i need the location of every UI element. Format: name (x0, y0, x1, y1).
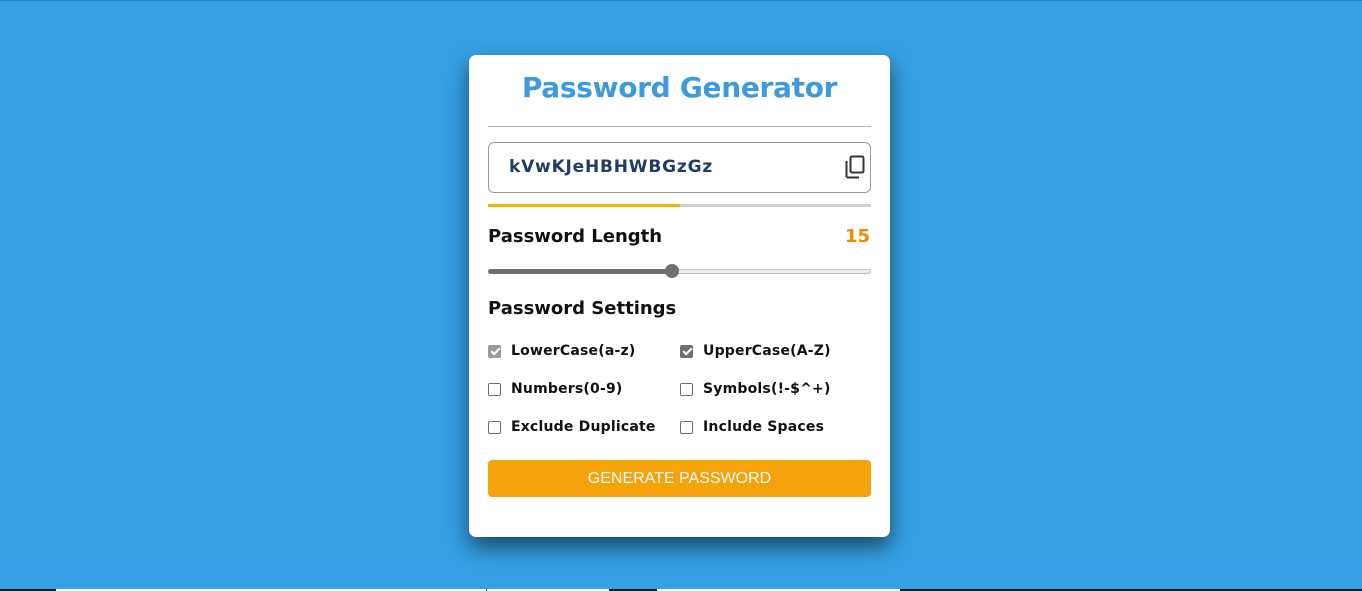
option-include-spaces[interactable]: Include Spaces (680, 417, 824, 437)
include-spaces-label: Include Spaces (703, 419, 825, 435)
password-settings-label: Password Settings (488, 298, 677, 319)
password-length-value: 15 (844, 226, 870, 247)
option-uppercase[interactable]: UpperCase(A-Z) (680, 341, 831, 361)
password-strength-bar (488, 204, 871, 207)
numbers-checkbox[interactable] (488, 382, 501, 396)
slider-fill (488, 269, 672, 274)
include-spaces-checkbox[interactable] (680, 420, 693, 434)
numbers-label: Numbers(0-9) (511, 381, 623, 397)
generate-password-button[interactable]: GENERATE PASSWORD (488, 460, 871, 497)
symbols-checkbox[interactable] (680, 382, 693, 396)
lowercase-label: LowerCase(a-z) (511, 343, 636, 359)
uppercase-checkbox[interactable] (680, 344, 693, 358)
exclude-duplicate-checkbox[interactable] (488, 420, 501, 434)
window-top-edge (0, 0, 1362, 1)
lowercase-checkbox[interactable] (488, 344, 501, 358)
password-length-slider[interactable] (488, 264, 871, 278)
title-divider (488, 126, 871, 127)
password-output-field[interactable]: kVwKJeHBHWBGzGz (488, 142, 871, 193)
password-strength-fill (488, 204, 680, 207)
password-value[interactable]: kVwKJeHBHWBGzGz (509, 143, 713, 192)
password-length-label: Password Length (488, 226, 663, 247)
option-numbers[interactable]: Numbers(0-9) (488, 379, 623, 399)
password-generator-card: Password Generator kVwKJeHBHWBGzGz Passw… (469, 55, 890, 537)
copy-icon[interactable] (844, 155, 866, 179)
symbols-label: Symbols(!-$^+) (703, 381, 831, 397)
app-title: Password Generator (521, 71, 838, 104)
uppercase-label: UpperCase(A-Z) (703, 343, 831, 359)
exclude-duplicate-label: Exclude Duplicate (511, 419, 656, 435)
slider-thumb[interactable] (664, 264, 679, 278)
option-lowercase[interactable]: LowerCase(a-z) (488, 341, 635, 361)
option-exclude-duplicate[interactable]: Exclude Duplicate (488, 417, 656, 437)
option-symbols[interactable]: Symbols(!-$^+) (680, 379, 831, 399)
